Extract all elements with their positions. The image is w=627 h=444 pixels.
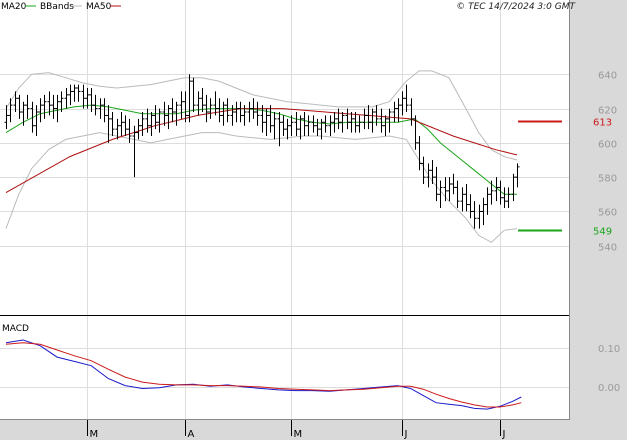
- month-tick-label: A: [188, 429, 195, 440]
- legend-label-bbands: BBands: [40, 2, 74, 12]
- month-tick-label: M: [294, 429, 303, 440]
- macd-tick-label: 0.00: [598, 383, 620, 394]
- resistance-level-label: 613: [593, 118, 612, 129]
- price-tick-label: 640: [598, 71, 617, 82]
- month-tick-label: J: [404, 429, 408, 440]
- month-tick-label: J: [502, 429, 506, 440]
- macd-tick-label: 0.10: [598, 344, 620, 355]
- legend-label-ma50: MA50: [86, 2, 112, 12]
- copyright-text: © TEC 14/7/2024 3:0 GMT: [456, 2, 576, 12]
- chart-canvas: 613 549 540 560 580 600 620 640 0.10 0.00 M A M J J M…: [0, 0, 627, 440]
- price-tick-label: 560: [598, 208, 617, 219]
- price-tick-label: 600: [598, 140, 617, 151]
- stock-chart: 613 549 540 560 580 600 620 640 0.10 0.00 M A M J J M…: [0, 0, 627, 440]
- support-level-label: 549: [593, 227, 612, 238]
- price-tick-label: 580: [598, 174, 617, 185]
- chart-background: [0, 0, 627, 440]
- legend: MA20 BBands MA50: [1, 2, 121, 12]
- price-axis-panel: [570, 0, 627, 316]
- macd-panel-label: MACD: [2, 324, 29, 334]
- legend-label-ma20: MA20: [1, 2, 27, 12]
- month-tick-label: M: [90, 429, 99, 440]
- price-tick-label: 540: [598, 243, 617, 254]
- price-tick-label: 620: [598, 106, 617, 117]
